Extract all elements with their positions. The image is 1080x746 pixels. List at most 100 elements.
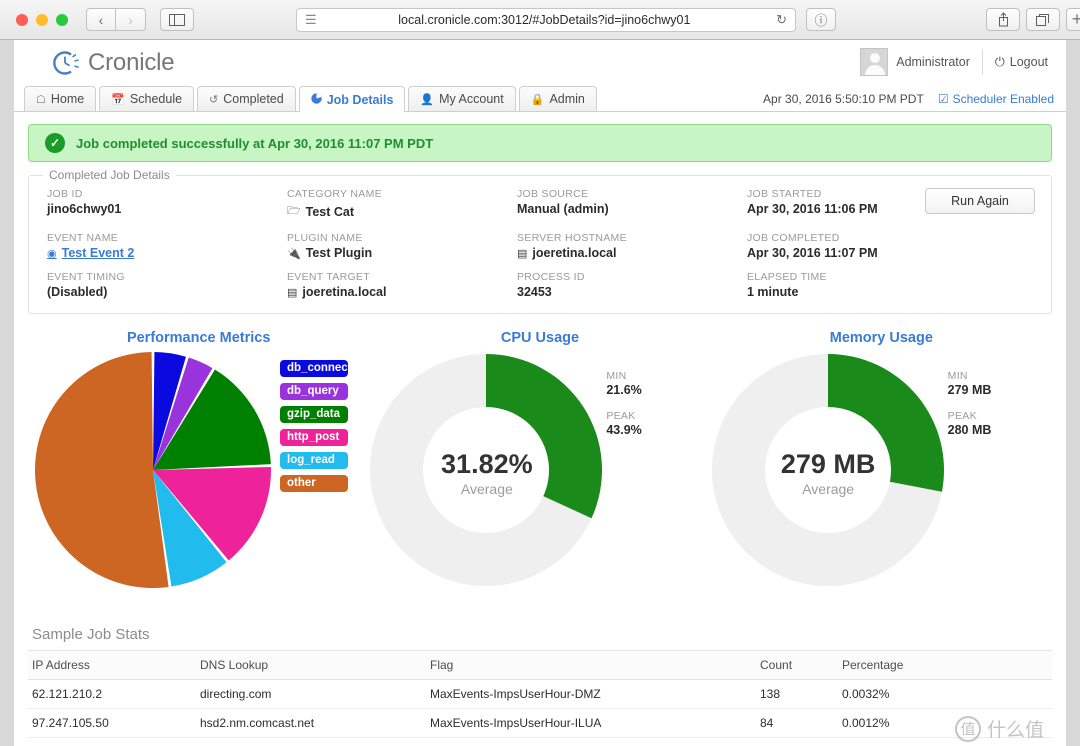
performance-pie-svg[interactable] bbox=[28, 348, 278, 603]
column-header-flag[interactable]: Flag bbox=[426, 651, 756, 680]
memory-donut-svg[interactable] bbox=[711, 348, 946, 598]
logout-button[interactable]: ⏻ Logout bbox=[995, 55, 1048, 70]
tab-label: My Account bbox=[439, 92, 504, 106]
address-bar[interactable]: ☰ local.cronicle.com:3012/#JobDetails?id… bbox=[296, 7, 796, 32]
memory-donut-fill-arc[interactable] bbox=[827, 354, 944, 492]
admin-username[interactable]: Administrator bbox=[896, 55, 970, 69]
column-header-dns-lookup[interactable]: DNS Lookup bbox=[196, 651, 426, 680]
field-text: jino6chwy01 bbox=[47, 202, 122, 216]
table-row[interactable]: 21.153.110.51grandnetworks.netInvalidIP-… bbox=[28, 737, 1052, 746]
column-header-percentage[interactable]: Percentage bbox=[838, 651, 1052, 680]
field-text: Apr 30, 2016 11:06 PM bbox=[747, 202, 878, 216]
field-value: 1 minute bbox=[747, 285, 1033, 299]
pie-slice-other[interactable] bbox=[34, 352, 169, 588]
column-header-count[interactable]: Count bbox=[756, 651, 838, 680]
legend-item-other[interactable]: other bbox=[280, 475, 348, 492]
field-text: 1 minute bbox=[747, 285, 799, 299]
field-text: joeretina.local bbox=[302, 285, 387, 299]
cell-ip-address: 97.247.105.50 bbox=[28, 708, 196, 738]
cpu-usage-chart: CPU Usage 31.82% Average MIN 21.6% PEAK … bbox=[369, 330, 710, 622]
window-controls[interactable] bbox=[16, 13, 68, 26]
tab-schedule[interactable]: 📅 Schedule bbox=[99, 86, 195, 111]
home-icon: ☖ bbox=[36, 93, 46, 106]
cpu-stats: MIN 21.6% PEAK 43.9% bbox=[606, 370, 641, 598]
server-clock: Apr 30, 2016 5:50:10 PM PDT bbox=[763, 92, 924, 106]
legend-item-http_post[interactable]: http_post bbox=[280, 429, 348, 446]
forward-button[interactable]: › bbox=[116, 8, 146, 31]
legend-item-db_query[interactable]: db_query bbox=[280, 383, 348, 400]
share-button[interactable] bbox=[986, 8, 1020, 31]
reload-icon[interactable]: ↻ bbox=[776, 12, 787, 28]
table-header-row: IP Address DNS Lookup Flag Count Percent… bbox=[28, 651, 1052, 680]
checkbox-icon: ☑ bbox=[937, 92, 949, 106]
avatar[interactable] bbox=[860, 48, 889, 76]
donut-row: 31.82% Average MIN 21.6% PEAK 43.9% bbox=[369, 348, 710, 598]
table-row[interactable]: 62.121.210.2 directing.com MaxEvents-ImpsU… bbox=[28, 679, 1052, 709]
plug-icon: 🔌 bbox=[287, 247, 301, 260]
app-header: Cronicle Administrator ⏻ Logout bbox=[14, 40, 1066, 85]
cell-dns-lookup: hsd2.nm.comcast.net bbox=[196, 708, 426, 738]
logout-label: Logout bbox=[1009, 55, 1048, 69]
tab-completed[interactable]: ↺ Completed bbox=[197, 86, 296, 111]
nav-buttons[interactable]: ‹ › bbox=[86, 8, 146, 31]
cpu-donut-fill-arc[interactable] bbox=[486, 354, 603, 519]
close-window-button[interactable] bbox=[16, 13, 28, 26]
job-stats-table: IP Address DNS Lookup Flag Count Percent… bbox=[28, 651, 1052, 746]
cpu-donut-canvas: 31.82% Average bbox=[369, 348, 604, 598]
memory-usage-chart: Memory Usage 279 MB Average MIN 279 MB P… bbox=[711, 330, 1052, 622]
field-value: Apr 30, 2016 11:07 PM bbox=[747, 246, 1033, 260]
run-again-button[interactable]: Run Again bbox=[925, 188, 1035, 214]
field-value: ▤ joeretina.local bbox=[287, 285, 517, 299]
minimize-window-button[interactable] bbox=[36, 13, 48, 26]
url-text[interactable]: local.cronicle.com:3012/#JobDetails?id=j… bbox=[317, 13, 772, 27]
header-divider bbox=[981, 49, 983, 75]
maximize-window-button[interactable] bbox=[56, 13, 68, 26]
field-label: EVENT TIMING bbox=[47, 271, 125, 283]
legend-item-log_read[interactable]: log_read bbox=[280, 452, 348, 469]
browser-chrome: ‹ › ☰ local.cronicle.com:3012/#JobDetail… bbox=[0, 0, 1080, 40]
event-name-link[interactable]: ◉ Test Event 2 bbox=[47, 246, 287, 260]
chart-title: Performance Metrics bbox=[126, 330, 271, 346]
server-icon: ▤ bbox=[287, 286, 298, 299]
page-viewport: Cronicle Administrator ⏻ Logout ☖ Home 📅… bbox=[0, 40, 1080, 746]
sample-job-stats-section: Sample Job Stats IP Address DNS Lookup F… bbox=[28, 626, 1052, 746]
cell-ip-address: 21.153.110.51 bbox=[28, 737, 196, 746]
reader-view-icon[interactable]: ☰ bbox=[305, 13, 317, 26]
column-header-ip-address[interactable]: IP Address bbox=[28, 651, 196, 680]
scheduler-toggle[interactable]: ☑ Scheduler Enabled bbox=[938, 92, 1054, 106]
tab-label: Completed bbox=[223, 92, 284, 106]
field-text: Test Cat bbox=[305, 204, 355, 219]
detail-field-server-hostname: SERVER HOSTNAME ▤ joeretina.local bbox=[517, 232, 747, 260]
cpu-peak-label: PEAK bbox=[606, 410, 636, 422]
detail-field-elapsed-time: ELAPSED TIME 1 minute bbox=[747, 271, 1033, 299]
field-value: ▤ joeretina.local bbox=[517, 246, 747, 260]
calendar-icon: 📅 bbox=[111, 93, 125, 106]
cpu-min-value: 21.6% bbox=[606, 383, 642, 397]
power-icon: ⏻ bbox=[994, 54, 1005, 69]
performance-metrics-chart: Performance Metrics db_connect db_querygz… bbox=[28, 330, 369, 622]
cell-flag: MaxEvents-ImpsUserHour-DMZ bbox=[426, 679, 756, 709]
cell-flag: MaxEvents-ImpsUserHour-ILUA bbox=[426, 708, 756, 738]
legend-item-gzip_data[interactable]: gzip_data bbox=[280, 406, 348, 423]
tab-admin[interactable]: 🔒 Admin bbox=[518, 86, 597, 111]
brand-logo[interactable]: Cronicle bbox=[50, 48, 175, 78]
user-icon: 👤 bbox=[420, 93, 435, 106]
cpu-donut-svg[interactable] bbox=[369, 348, 604, 598]
page-content: ✓ Job completed successfully at Apr 30, … bbox=[14, 112, 1066, 746]
tab-job-details[interactable]: Job Details bbox=[298, 86, 406, 112]
back-button[interactable]: ‹ bbox=[86, 8, 116, 31]
field-label: JOB COMPLETED bbox=[747, 232, 840, 244]
new-tab-button[interactable]: + bbox=[1066, 8, 1080, 31]
field-label: SERVER HOSTNAME bbox=[517, 232, 627, 244]
detail-field-job-source: JOB SOURCE Manual (admin) bbox=[517, 188, 747, 221]
tab-home[interactable]: ☖ Home bbox=[24, 86, 97, 111]
tab-label: Schedule bbox=[129, 92, 183, 106]
sidebar-toggle-icon[interactable] bbox=[160, 8, 194, 31]
cell-percentage: 0.0005% bbox=[838, 737, 1052, 746]
table-row[interactable]: 97.247.105.50 hsd2.nm.comcast.net MaxEvent… bbox=[28, 708, 1052, 738]
show-tabs-button[interactable] bbox=[1026, 8, 1060, 31]
tab-my-account[interactable]: 👤 My Account bbox=[408, 86, 516, 111]
legend-item-db_connect[interactable]: db_connect bbox=[280, 360, 352, 377]
page-info-button[interactable]: ⓘ bbox=[806, 8, 836, 31]
tabbar-status: Apr 30, 2016 5:50:10 PM PDT ☑ Scheduler … bbox=[763, 92, 1054, 106]
